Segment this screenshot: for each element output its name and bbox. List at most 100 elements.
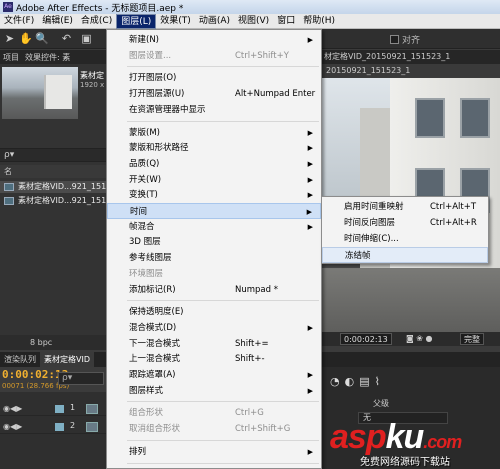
submenu-item[interactable]: 启用时间重映射 Ctrl+Alt+T bbox=[322, 199, 488, 215]
submenu-arrow-icon: ▶ bbox=[307, 144, 313, 153]
motion-blur-icon[interactable]: ◐ bbox=[345, 375, 355, 388]
menu-item[interactable]: 编辑(E) bbox=[38, 14, 77, 29]
menu-item-label: 环境图层 bbox=[129, 268, 164, 279]
menu-item: 环境图层 bbox=[107, 266, 321, 282]
menu-item-label: 开关(W) bbox=[129, 174, 162, 185]
menu-item-label: 在资源管理器中显示 bbox=[129, 104, 206, 115]
submenu-arrow-icon: ▶ bbox=[307, 36, 313, 44]
project-search[interactable]: ρ▾ bbox=[0, 148, 106, 162]
label-color-chip[interactable] bbox=[55, 423, 64, 431]
list-item[interactable]: 素材定格VID...921_151 bbox=[0, 181, 106, 193]
submenu-item[interactable]: 冻结帧 bbox=[322, 247, 488, 263]
timeline-search-input[interactable]: ρ▾ bbox=[58, 372, 104, 385]
viewer-timecode[interactable]: 0:00:02:13 bbox=[340, 333, 392, 345]
hand-tool-icon[interactable]: ✋ bbox=[19, 32, 33, 45]
align-toggle[interactable]: 对齐 bbox=[390, 33, 420, 46]
menu-item-label: 打开图层(O) bbox=[129, 73, 177, 84]
menu-item[interactable]: 图层样式 ▶ bbox=[107, 383, 321, 399]
menu-item-label: 取消组合形状 bbox=[129, 424, 181, 435]
tab-composition[interactable]: 素材定格VID bbox=[40, 352, 94, 367]
footage-icon bbox=[4, 183, 14, 191]
menu-item[interactable]: 效果(T) bbox=[156, 14, 195, 29]
menu-item-shortcut: Numpad * bbox=[235, 284, 278, 295]
menu-item[interactable]: 打开图层源(U) Alt+Numpad Enter bbox=[107, 86, 321, 102]
layer-thumbnail-icon bbox=[86, 422, 98, 432]
table-row[interactable]: ◉◀▶ 1 bbox=[0, 402, 106, 416]
title-bar: Ae Adobe After Effects - 无标题项目.aep * bbox=[0, 0, 500, 14]
resolution-select[interactable]: 完整 bbox=[460, 333, 484, 345]
menu-item[interactable]: 添加标记(R) Numpad * bbox=[107, 282, 321, 298]
graph-editor-icon[interactable]: ⌇ bbox=[375, 375, 380, 388]
menu-item[interactable]: 帧混合 ▶ bbox=[107, 219, 321, 235]
table-row[interactable]: ◉◀▶ 2 bbox=[0, 420, 106, 434]
menu-item[interactable]: 新建(N) ▶ bbox=[107, 32, 321, 48]
menu-item-label: 上一混合模式 bbox=[129, 354, 181, 365]
menu-item[interactable]: 蒙版和形状路径 ▶ bbox=[107, 140, 321, 156]
align-checkbox[interactable] bbox=[390, 35, 399, 44]
selection-tool-icon[interactable]: ➤ bbox=[3, 32, 16, 45]
menu-item[interactable]: 跟踪遮罩(A) ▶ bbox=[107, 367, 321, 383]
menu-item[interactable]: 参考线图层 bbox=[107, 250, 321, 266]
submenu-item-label: 启用时间重映射 bbox=[344, 202, 404, 212]
menu-item: 取消组合形状 Ctrl+Shift+G bbox=[107, 421, 321, 437]
label-color-chip[interactable] bbox=[55, 405, 64, 413]
snapshot-icon[interactable]: ◙ ❀ ● bbox=[406, 332, 433, 346]
window-title: Adobe After Effects - 无标题项目.aep * bbox=[16, 3, 184, 14]
menu-item[interactable]: 蒙版(M) ▶ bbox=[107, 125, 321, 141]
menu-item-label: 品质(Q) bbox=[129, 158, 160, 169]
menu-item[interactable]: 文件(F) bbox=[0, 14, 38, 29]
tab-project[interactable]: 项目 bbox=[0, 52, 22, 63]
menu-item[interactable]: 上一混合模式 Shift+- bbox=[107, 351, 321, 367]
menu-separator bbox=[127, 462, 319, 464]
menu-item[interactable]: 在资源管理器中显示 bbox=[107, 102, 321, 118]
menu-item[interactable]: 品质(Q) ▶ bbox=[107, 156, 321, 172]
list-item-label: 素材定格VID...921_151 bbox=[18, 196, 106, 205]
menu-item[interactable]: 下一混合模式 Shift+= bbox=[107, 336, 321, 352]
rotate-tool-icon[interactable]: ↶ bbox=[60, 32, 73, 45]
submenu-item[interactable]: 时间伸缩(C)... bbox=[322, 231, 488, 247]
camera-tool-icon[interactable]: ▣ bbox=[80, 32, 93, 45]
menu-item-label: 组合形状 bbox=[129, 408, 164, 419]
bpc-indicator[interactable]: 8 bpc bbox=[0, 335, 106, 350]
submenu-arrow-icon: ▶ bbox=[307, 175, 313, 184]
menu-item[interactable]: 开关(W) ▶ bbox=[107, 172, 321, 188]
menu-item-label: 新建(N) bbox=[129, 35, 159, 45]
menu-item: 图层设置... Ctrl+Shift+Y bbox=[107, 48, 321, 64]
menu-item[interactable]: 排列 ▶ bbox=[107, 444, 321, 460]
visibility-icon[interactable]: ◉◀▶ bbox=[3, 404, 22, 413]
submenu-item-label: 时间反向图层 bbox=[344, 218, 396, 228]
menu-item-label: 跟踪遮罩(A) bbox=[129, 370, 176, 380]
menu-item[interactable]: 视图(V) bbox=[234, 14, 273, 29]
project-panel-tabs: 项目 效果控件: 素 bbox=[0, 50, 106, 64]
viewer-subtab[interactable]: 20150921_151523_1 bbox=[320, 64, 500, 77]
menu-item[interactable]: 混合模式(D) ▶ bbox=[107, 320, 321, 336]
menu-item[interactable]: 打开图层(O) bbox=[107, 70, 321, 86]
visibility-icon[interactable]: ◉◀▶ bbox=[3, 422, 22, 431]
menu-item-label: 帧混合 bbox=[129, 221, 155, 232]
menu-item[interactable]: 动画(A) bbox=[195, 14, 234, 29]
tab-effect-controls[interactable]: 效果控件: 素 bbox=[22, 52, 73, 63]
frame-blend-icon[interactable]: ▤ bbox=[359, 375, 369, 388]
menu-item-shortcut: Shift+= bbox=[235, 338, 269, 349]
menu-item[interactable]: 图层(L) bbox=[116, 13, 157, 29]
viewer-tab[interactable]: 材定格VID_20150921_151523_1 bbox=[320, 50, 500, 64]
menu-item-label: 蒙版(M) bbox=[129, 127, 160, 138]
zoom-tool-icon[interactable]: 🔍 bbox=[35, 32, 49, 45]
menu-item-shortcut: Shift+- bbox=[235, 354, 265, 365]
draft-3d-icon[interactable]: ◔ bbox=[330, 375, 340, 388]
menu-item-label: 参考线图层 bbox=[129, 253, 172, 264]
tab-render-queue[interactable]: 渲染队列 bbox=[0, 352, 40, 367]
menu-item[interactable]: 窗口 bbox=[273, 14, 299, 29]
menu-item[interactable]: 变换(T) ▶ bbox=[107, 187, 321, 203]
list-item[interactable]: 素材定格VID...921_151 bbox=[0, 195, 106, 207]
submenu-item[interactable]: 时间反向图层 Ctrl+Alt+R bbox=[322, 215, 488, 231]
menu-item[interactable]: 帮助(H) bbox=[299, 14, 339, 29]
menu-separator bbox=[127, 401, 319, 403]
menu-item[interactable]: 合成(C) bbox=[77, 14, 116, 29]
submenu-arrow-icon: ▶ bbox=[307, 128, 313, 137]
menu-item[interactable]: 保持透明度(E) bbox=[107, 304, 321, 320]
menu-separator bbox=[127, 120, 319, 122]
menu-item[interactable]: 3D 图层 bbox=[107, 234, 321, 250]
list-item-label: 素材定格VID...921_151 bbox=[18, 182, 106, 191]
menu-item[interactable]: 时间 ▶ bbox=[107, 203, 321, 219]
